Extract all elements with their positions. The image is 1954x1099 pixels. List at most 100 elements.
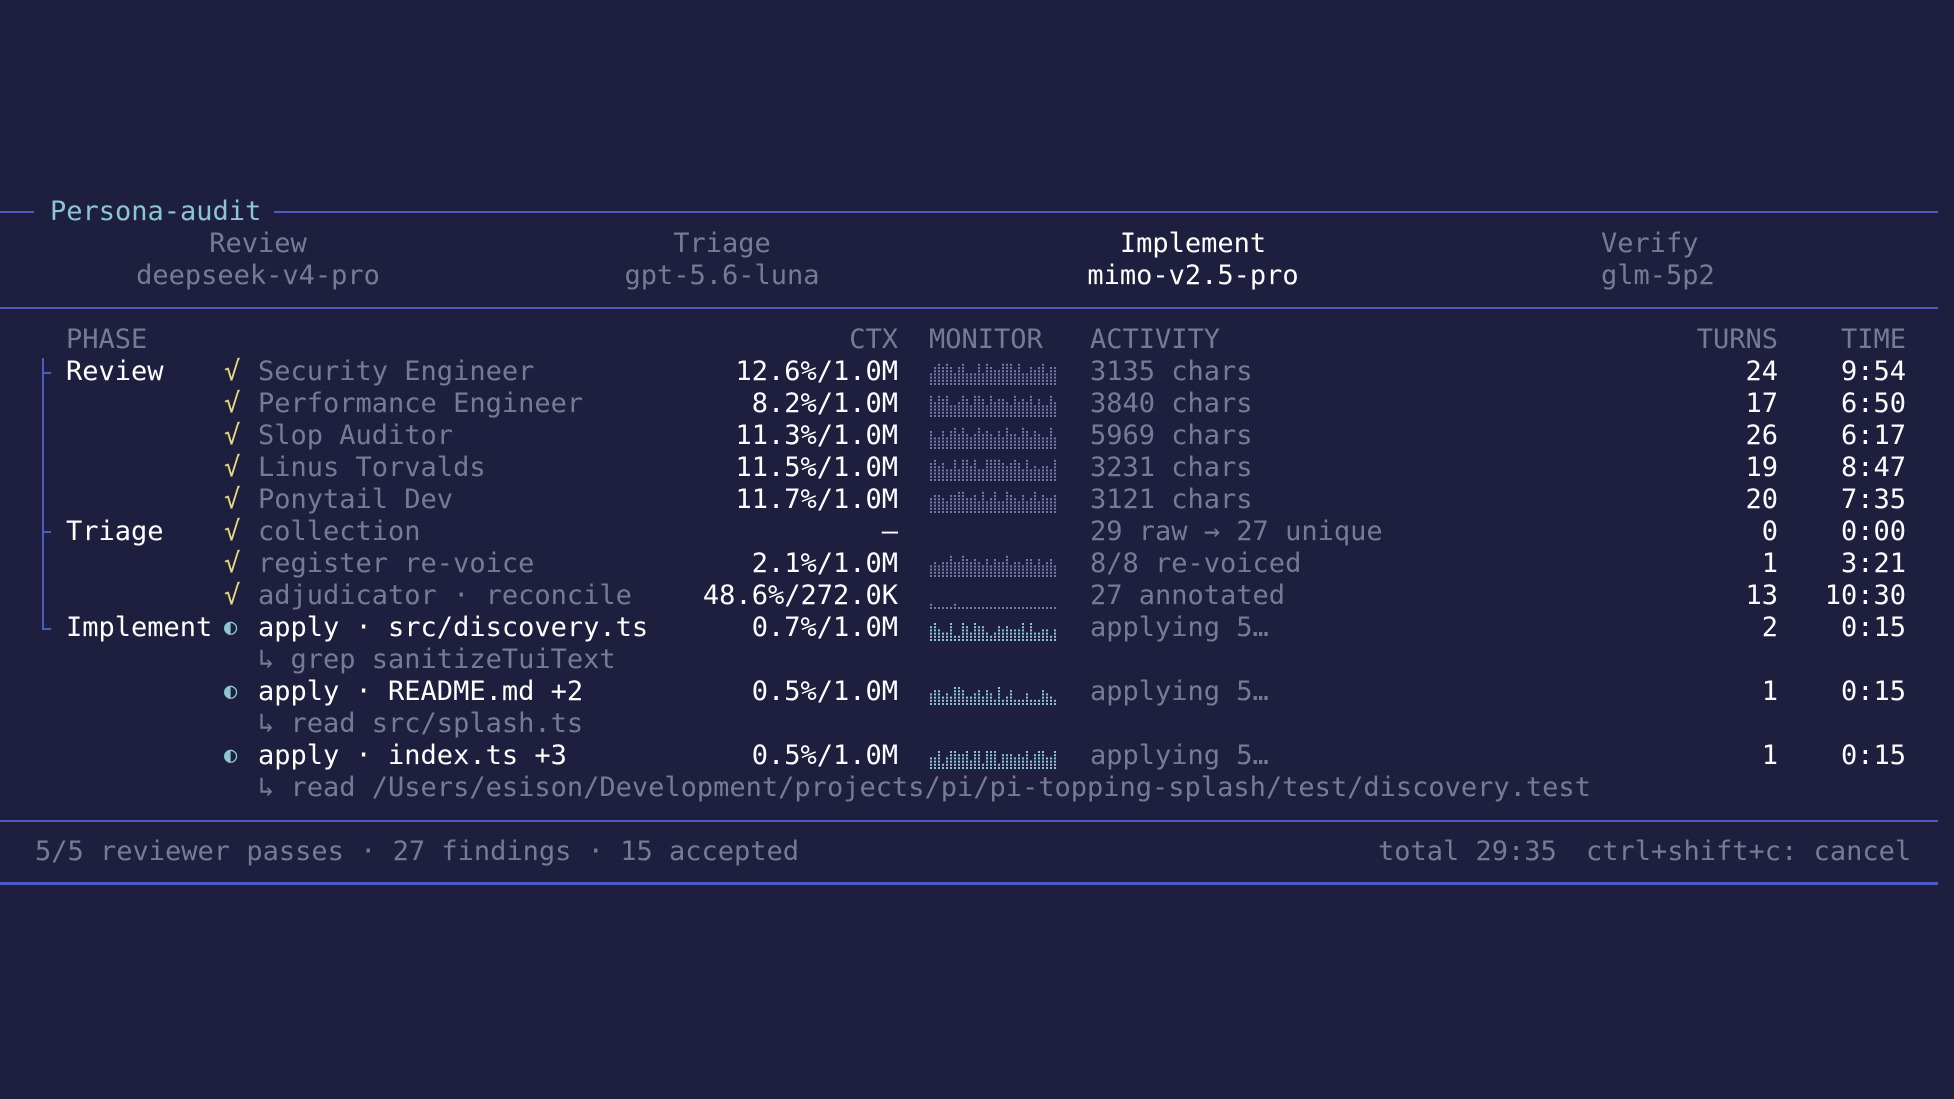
activity-text: 27 annotated: [1090, 580, 1286, 611]
task-name: register re-voice: [258, 548, 535, 579]
task-name: Security Engineer: [258, 356, 535, 387]
ctx-value: 8.2%/1.0M: [751, 388, 898, 419]
ctx-value: 0.5%/1.0M: [751, 740, 898, 771]
stage-triage-name: Triage: [673, 228, 771, 259]
ctx-value: 0.7%/1.0M: [751, 612, 898, 643]
ctx-value: 2.1%/1.0M: [751, 548, 898, 579]
cancel-shortcut-hint[interactable]: ctrl+shift+c: cancel: [1586, 836, 1911, 868]
turns-value: 1: [1761, 548, 1778, 579]
header-time: TIME: [1840, 324, 1906, 355]
ctx-value: 11.5%/1.0M: [735, 452, 898, 483]
monitor-sparkline: [930, 363, 1056, 385]
monitor-sparkline: [930, 687, 1056, 705]
footer-summary: 5/5 reviewer passes · 27 findings · 15 a…: [35, 836, 800, 867]
monitor-sparkline: [930, 395, 1056, 417]
phase-label-implement: Implement: [66, 612, 213, 643]
task-name: Slop Auditor: [258, 420, 454, 451]
time-value: 0:15: [1840, 676, 1906, 707]
activity-text: 29 raw → 27 unique: [1090, 516, 1383, 547]
subtask-text: ↳ read /Users/esison/Development/project…: [258, 772, 1591, 803]
monitor-sparkline: [930, 751, 1056, 769]
time-value: 10:30: [1824, 580, 1906, 611]
phase-tree-tick-review: [42, 372, 51, 374]
monitor-sparkline: [930, 459, 1056, 481]
status-check-icon: √: [224, 388, 241, 419]
subtask-text: ↳ read src/splash.ts: [258, 708, 584, 739]
stage-implement-model: mimo-v2.5-pro: [1087, 260, 1299, 291]
header-monitor: MONITOR: [929, 324, 1043, 355]
time-value: 8:47: [1840, 452, 1906, 483]
monitor-sparkline: [930, 555, 1056, 577]
activity-text: applying 5…: [1090, 612, 1269, 643]
activity-text: 3840 chars: [1090, 388, 1253, 419]
time-value: 6:17: [1840, 420, 1906, 451]
activity-text: 3135 chars: [1090, 356, 1253, 387]
turns-value: 0: [1761, 516, 1778, 547]
stage-review-name: Review: [209, 228, 307, 259]
header-phase: PHASE: [66, 324, 148, 355]
activity-text: 5969 chars: [1090, 420, 1253, 451]
activity-text: applying 5…: [1090, 740, 1269, 771]
stage-triage-model: gpt-5.6-luna: [624, 260, 820, 291]
monitor-sparkline: [930, 623, 1056, 641]
time-value: 9:54: [1840, 356, 1906, 387]
footer-divider: [0, 820, 1938, 822]
task-name: Performance Engineer: [258, 388, 584, 419]
stage-implement-name: Implement: [1119, 228, 1267, 259]
status-check-icon: √: [224, 356, 241, 387]
turns-value: 26: [1745, 420, 1778, 451]
turns-value: 1: [1761, 676, 1778, 707]
activity-text: 8/8 re-voiced: [1090, 548, 1302, 579]
activity-text: 3231 chars: [1090, 452, 1253, 483]
status-progress-icon: ◐: [224, 679, 238, 704]
turns-value: 1: [1761, 740, 1778, 771]
activity-text: 3121 chars: [1090, 484, 1253, 515]
status-check-icon: √: [224, 452, 241, 483]
bottom-border: [0, 882, 1938, 885]
time-value: 0:00: [1840, 516, 1906, 547]
status-check-icon: √: [224, 580, 241, 611]
phase-label-review: Review: [66, 356, 164, 387]
turns-value: 17: [1745, 388, 1778, 419]
time-value: 6:50: [1840, 388, 1906, 419]
ctx-value: 48.6%/272.0K: [702, 580, 898, 611]
stage-divider: [0, 307, 1938, 309]
ctx-value: —: [881, 516, 898, 547]
status-check-icon: √: [224, 548, 241, 579]
stage-review-model: deepseek-v4-pro: [136, 260, 380, 291]
ctx-value: 12.6%/1.0M: [735, 356, 898, 387]
turns-value: 2: [1761, 612, 1778, 643]
ctx-value: 0.5%/1.0M: [751, 676, 898, 707]
turns-value: 13: [1745, 580, 1778, 611]
time-value: 0:15: [1840, 740, 1906, 771]
task-name: collection: [258, 516, 421, 547]
monitor-sparkline: [930, 603, 1056, 609]
footer-total: total 29:35: [1378, 836, 1557, 867]
header-activity: ACTIVITY: [1090, 324, 1221, 355]
stage-verify-name: Verify: [1601, 228, 1699, 259]
phase-tree-tick-triage: [42, 531, 51, 533]
turns-value: 24: [1745, 356, 1778, 387]
task-name: adjudicator · reconcile: [258, 580, 632, 611]
top-border-right: [274, 211, 1938, 213]
task-name: Ponytail Dev: [258, 484, 454, 515]
status-progress-icon: ◐: [224, 743, 238, 768]
status-check-icon: √: [224, 484, 241, 515]
task-name: Linus Torvalds: [258, 452, 486, 483]
status-check-icon: √: [224, 420, 241, 451]
status-check-icon: √: [224, 516, 241, 547]
subtask-text: ↳ grep sanitizeTuiText: [258, 644, 616, 675]
header-turns: TURNS: [1696, 324, 1778, 355]
stage-verify-model: glm-5p2: [1601, 260, 1715, 291]
time-value: 3:21: [1840, 548, 1906, 579]
task-name: apply · README.md +2: [258, 676, 584, 707]
top-border-left: [0, 211, 34, 213]
activity-text: applying 5…: [1090, 676, 1269, 707]
task-name: apply · src/discovery.ts: [258, 612, 649, 643]
time-value: 0:15: [1840, 612, 1906, 643]
phase-tree-tick-implement: [42, 628, 51, 630]
phase-label-triage: Triage: [66, 516, 164, 547]
time-value: 7:35: [1840, 484, 1906, 515]
ctx-value: 11.3%/1.0M: [735, 420, 898, 451]
task-name: apply · index.ts +3: [258, 740, 567, 771]
